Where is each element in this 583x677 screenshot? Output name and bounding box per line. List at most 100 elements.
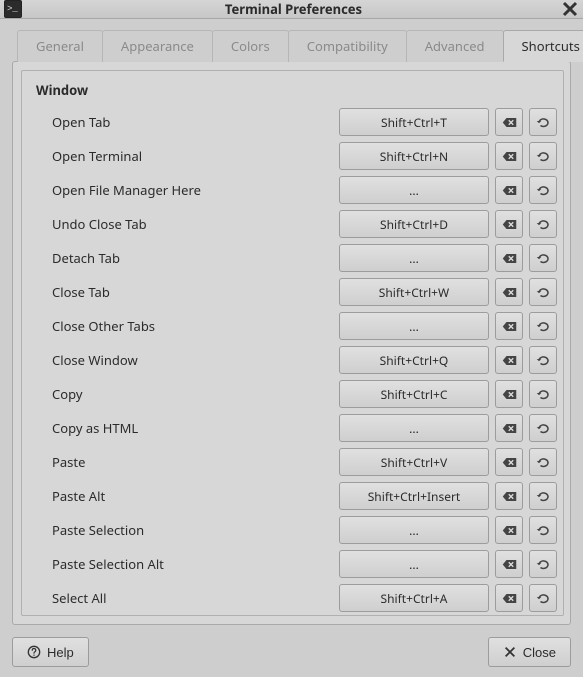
shortcut-key-button[interactable]: Shift+Ctrl+V	[339, 448, 489, 476]
shortcut-row: Open Tab Shift+Ctrl+T	[22, 105, 563, 139]
clear-shortcut-button[interactable]	[495, 244, 523, 272]
tab-advanced[interactable]: Advanced	[406, 30, 504, 62]
backspace-icon	[502, 183, 517, 198]
shortcut-label: Open Tab	[52, 113, 333, 131]
undo-icon	[536, 251, 551, 266]
reset-shortcut-button[interactable]	[529, 312, 557, 340]
reset-shortcut-button[interactable]	[529, 414, 557, 442]
clear-shortcut-button[interactable]	[495, 482, 523, 510]
backspace-icon	[502, 591, 517, 606]
clear-shortcut-button[interactable]	[495, 516, 523, 544]
close-icon	[503, 645, 517, 659]
tabs-container: General Appearance Colors CompatibilityAdva…	[12, 29, 571, 625]
tab-panel-shortcuts: Window Open TabShift+Ctrl+TOpen Terminal…	[12, 61, 571, 625]
reset-shortcut-button[interactable]	[529, 108, 557, 136]
clear-shortcut-button[interactable]	[495, 414, 523, 442]
shortcut-label: Open File Manager Here	[52, 181, 333, 199]
clear-shortcut-button[interactable]	[495, 142, 523, 170]
shortcut-key-text: Shift+Ctrl+A	[381, 590, 448, 607]
clear-shortcut-button[interactable]	[495, 312, 523, 340]
backspace-icon	[502, 523, 517, 538]
clear-shortcut-button[interactable]	[495, 380, 523, 408]
shortcut-key-button[interactable]: Shift+Ctrl+D	[339, 210, 489, 238]
shortcut-row: Close TabShift+Ctrl+W	[22, 275, 563, 309]
undo-icon	[536, 387, 551, 402]
shortcut-row: Copy as HTML...	[22, 411, 563, 445]
shortcut-row: Paste AltShift+Ctrl+Insert	[22, 479, 563, 513]
reset-shortcut-button[interactable]	[529, 550, 557, 578]
reset-shortcut-button[interactable]	[529, 210, 557, 238]
shortcut-key-button[interactable]: ...	[339, 176, 489, 204]
shortcut-key-button[interactable]: Shift+Ctrl+Q	[339, 346, 489, 374]
backspace-icon	[502, 285, 517, 300]
titlebar: >_ Terminal Preferences	[0, 0, 583, 19]
shortcut-label: Undo Close Tab	[52, 215, 333, 233]
shortcut-label: Select All	[52, 589, 333, 607]
tab-general[interactable]: General	[17, 30, 103, 62]
shortcut-key-button[interactable]: ...	[339, 516, 489, 544]
shortcut-key-text: Shift+Ctrl+Q	[380, 352, 449, 369]
shortcut-key-button[interactable]: Shift+Ctrl+A	[339, 584, 489, 612]
terminal-app-icon: >_	[4, 0, 22, 18]
reset-shortcut-button[interactable]	[529, 380, 557, 408]
shortcut-row: Undo Close Tab Shift+Ctrl+D	[22, 207, 563, 241]
window-close-button[interactable]	[561, 0, 579, 18]
shortcut-row: PasteShift+Ctrl+V	[22, 445, 563, 479]
clear-shortcut-button[interactable]	[495, 278, 523, 306]
clear-shortcut-button[interactable]	[495, 550, 523, 578]
backspace-icon	[502, 557, 517, 572]
clear-shortcut-button[interactable]	[495, 584, 523, 612]
shortcut-row: Paste Selection...	[22, 513, 563, 547]
shortcut-label: Copy	[52, 385, 333, 403]
reset-shortcut-button[interactable]	[529, 142, 557, 170]
reset-shortcut-button[interactable]	[529, 176, 557, 204]
close-button-label: Close	[523, 645, 556, 660]
backspace-icon	[502, 149, 517, 164]
tab-compatibility[interactable]: Compatibility	[288, 30, 407, 62]
shortcut-key-text: Shift+Ctrl+W	[379, 284, 449, 301]
shortcut-key-button[interactable]: ...	[339, 550, 489, 578]
shortcuts-scroll-area[interactable]: Window Open TabShift+Ctrl+TOpen Terminal…	[21, 70, 564, 616]
clear-shortcut-button[interactable]	[495, 210, 523, 238]
shortcut-key-button[interactable]: Shift+Ctrl+C	[339, 380, 489, 408]
reset-shortcut-button[interactable]	[529, 346, 557, 374]
shortcut-key-button[interactable]: ...	[339, 312, 489, 340]
reset-shortcut-button[interactable]	[529, 448, 557, 476]
reset-shortcut-button[interactable]	[529, 482, 557, 510]
shortcut-key-text: Shift+Ctrl+N	[380, 148, 448, 165]
shortcut-row: Open File Manager Here...	[22, 173, 563, 207]
reset-shortcut-button[interactable]	[529, 584, 557, 612]
clear-shortcut-button[interactable]	[495, 108, 523, 136]
shortcut-key-text: ...	[409, 420, 419, 437]
shortcut-key-button[interactable]: Shift+Ctrl+W	[339, 278, 489, 306]
clear-shortcut-button[interactable]	[495, 176, 523, 204]
shortcut-key-button[interactable]: Shift+Ctrl+N	[339, 142, 489, 170]
reset-shortcut-button[interactable]	[529, 516, 557, 544]
undo-icon	[536, 319, 551, 334]
shortcuts-list: Open TabShift+Ctrl+TOpen TerminalShift+C…	[22, 105, 563, 615]
clear-shortcut-button[interactable]	[495, 448, 523, 476]
undo-icon	[536, 591, 551, 606]
shortcut-key-button[interactable]: ...	[339, 414, 489, 442]
shortcut-key-button[interactable]: Shift+Ctrl+Insert	[339, 482, 489, 510]
shortcut-key-button[interactable]: ...	[339, 244, 489, 272]
help-button[interactable]: Help	[12, 637, 89, 667]
tabs-bar: General Appearance Colors CompatibilityAdva…	[12, 29, 571, 61]
close-button[interactable]: Close	[488, 637, 571, 667]
tab-shortcuts[interactable]: Shortcuts	[503, 30, 583, 62]
tab-label: Appearance	[121, 37, 194, 55]
reset-shortcut-button[interactable]	[529, 278, 557, 306]
reset-shortcut-button[interactable]	[529, 244, 557, 272]
tab-appearance[interactable]: Appearance	[102, 30, 213, 62]
shortcut-row: Select All Shift+Ctrl+A	[22, 581, 563, 615]
undo-icon	[536, 353, 551, 368]
backspace-icon	[502, 217, 517, 232]
shortcut-key-button[interactable]: Shift+Ctrl+T	[339, 108, 489, 136]
tab-colors[interactable]: Colors	[212, 30, 289, 62]
shortcut-key-text: Shift+Ctrl+T	[381, 114, 447, 131]
undo-icon	[536, 217, 551, 232]
clear-shortcut-button[interactable]	[495, 346, 523, 374]
backspace-icon	[502, 319, 517, 334]
tab-label: Colors	[231, 37, 270, 55]
shortcut-row: Close WindowShift+Ctrl+Q	[22, 343, 563, 377]
